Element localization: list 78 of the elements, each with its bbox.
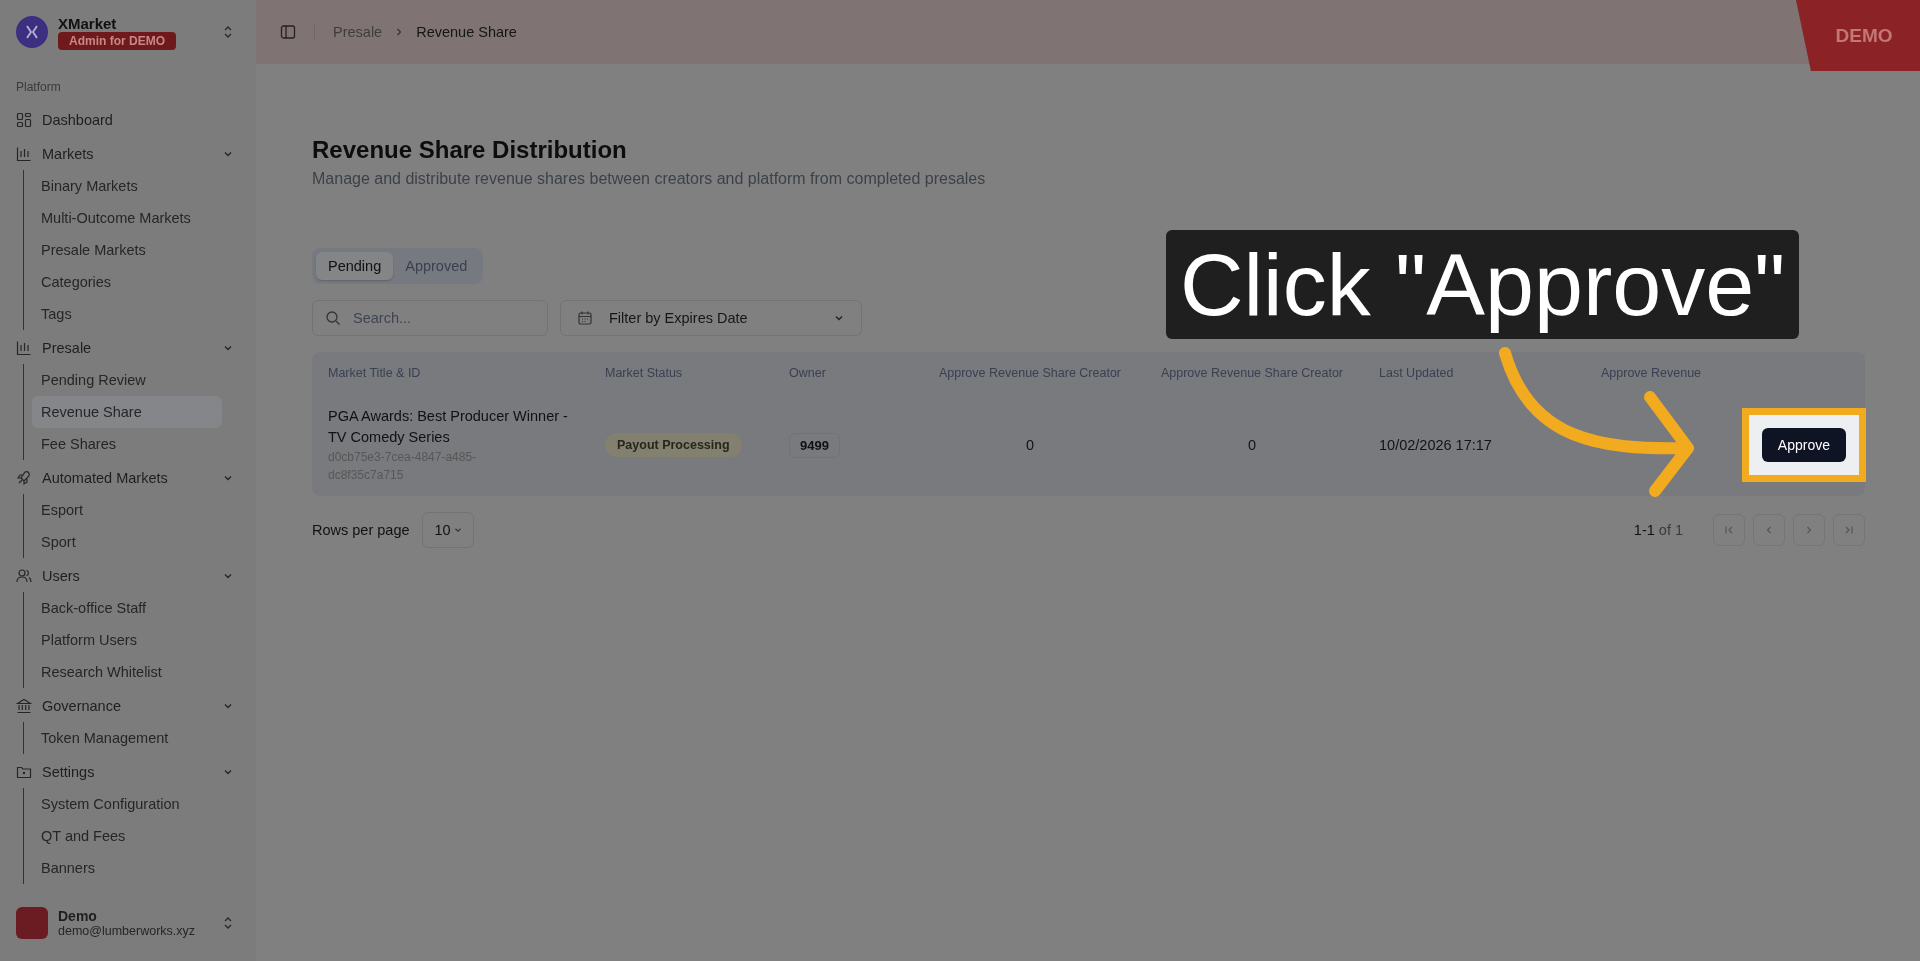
column-header: Last Updated: [1378, 366, 1455, 380]
nav-item[interactable]: Research Whitelist: [32, 656, 222, 688]
breadcrumb-link[interactable]: Presale: [333, 24, 383, 40]
search-icon: [325, 310, 341, 326]
table-cell: 0: [1025, 437, 1035, 453]
nav-item[interactable]: Token Management: [32, 722, 222, 754]
rocket-icon: [16, 470, 32, 486]
sidebar-toggle-icon[interactable]: [280, 24, 296, 40]
nav-item[interactable]: Tags: [32, 298, 222, 330]
brand-name: XMarket: [58, 14, 117, 32]
nav-item[interactable]: Pending Review: [32, 364, 222, 396]
nav-group-item[interactable]: Dashboard: [16, 104, 244, 136]
nav-group-item[interactable]: Automated Markets: [16, 462, 244, 494]
page-total: of 1: [1658, 522, 1683, 538]
first-page-button[interactable]: [1713, 514, 1745, 546]
chevrons-up-down-icon[interactable]: [222, 24, 234, 40]
calendar-icon: [577, 310, 593, 326]
avatar-placeholder: [16, 907, 48, 939]
column-header: Market Title & ID: [327, 366, 422, 380]
nav-item[interactable]: Presale Markets: [32, 234, 222, 266]
environment-ribbon: DEMO: [1796, 0, 1920, 71]
nav-item[interactable]: Platform Users: [32, 624, 222, 656]
previous-page-button[interactable]: [1753, 514, 1785, 546]
nav-group-item[interactable]: Presale: [16, 332, 244, 364]
chart-icon: [16, 146, 32, 162]
nav-item[interactable]: Esport: [32, 494, 222, 526]
search-input[interactable]: Search...: [351, 309, 535, 327]
nav-item[interactable]: Categories: [32, 266, 222, 298]
page-subtitle: Manage and distribute revenue shares between creators and platform from completed presales: [312, 170, 987, 188]
date-filter-dropdown[interactable]: Filter by Expires Date: [560, 300, 862, 336]
page-range: 1-1: [1633, 522, 1655, 538]
nav-item[interactable]: Revenue Share: [32, 396, 222, 428]
rows-per-page-label: Rows per page: [312, 522, 410, 538]
nav-item[interactable]: Back-office Staff: [32, 592, 222, 624]
nav-item[interactable]: QT and Fees: [32, 820, 222, 852]
tab[interactable]: Approved: [393, 252, 480, 280]
nav-group-item[interactable]: Users: [16, 560, 244, 592]
owner-badge: 9499: [789, 432, 840, 458]
column-header: Approve Revenue Share Creator: [1159, 366, 1345, 380]
tab[interactable]: Pending: [316, 252, 394, 280]
column-header: Approve Revenue Share Creator: [937, 366, 1123, 380]
nav-group-item[interactable]: Markets: [16, 138, 244, 170]
nav-item[interactable]: Sport: [32, 526, 222, 558]
bank-icon: [16, 698, 32, 714]
first-page-icon: [1723, 524, 1735, 536]
approve-button[interactable]: Approve: [1761, 428, 1846, 462]
rows-per-page-select[interactable]: 10: [421, 512, 474, 548]
nav-group-item[interactable]: Settings: [16, 756, 244, 788]
instruction-callout: Click "Approve": [1166, 230, 1800, 339]
column-header: Approve Revenue: [1600, 366, 1703, 380]
search-field[interactable]: Search...: [312, 300, 548, 336]
nav-item[interactable]: Fee Shares: [32, 428, 222, 460]
page-title: Revenue Share Distribution: [312, 136, 628, 164]
dashboard-icon: [16, 112, 32, 128]
nav-group-item[interactable]: Governance: [16, 690, 244, 722]
column-header: Owner: [788, 366, 827, 380]
market-title: PGA Awards: Best Producer Winner - TV Comedy Series: [328, 407, 569, 447]
last-page-icon: [1843, 524, 1855, 536]
status-badge: Payout Processing: [605, 433, 742, 457]
nav-item[interactable]: Banners: [32, 852, 222, 884]
last-page-button[interactable]: [1833, 514, 1865, 546]
users-icon: [16, 568, 32, 584]
logo-icon: [16, 16, 48, 48]
chevrons-up-down-icon[interactable]: [222, 915, 234, 931]
chart-icon: [16, 340, 32, 356]
breadcrumb-link[interactable]: Revenue Share: [416, 24, 517, 40]
nav-item[interactable]: Multi-Outcome Markets: [32, 202, 222, 234]
table-cell: 0: [1247, 437, 1257, 453]
folder-icon: [16, 764, 32, 780]
table-cell: 10/02/2026 17:17: [1379, 437, 1492, 453]
nav-item[interactable]: System Configuration: [32, 788, 222, 820]
column-header: Market Status: [604, 366, 684, 380]
role-badge: Admin for DEMO: [58, 31, 176, 50]
section-label: Platform: [16, 80, 62, 94]
next-page-button[interactable]: [1793, 514, 1825, 546]
nav-item[interactable]: Binary Markets: [32, 170, 222, 202]
user-email: demo@lumberworks.xyz: [58, 924, 196, 938]
user-name: Demo: [58, 908, 97, 924]
